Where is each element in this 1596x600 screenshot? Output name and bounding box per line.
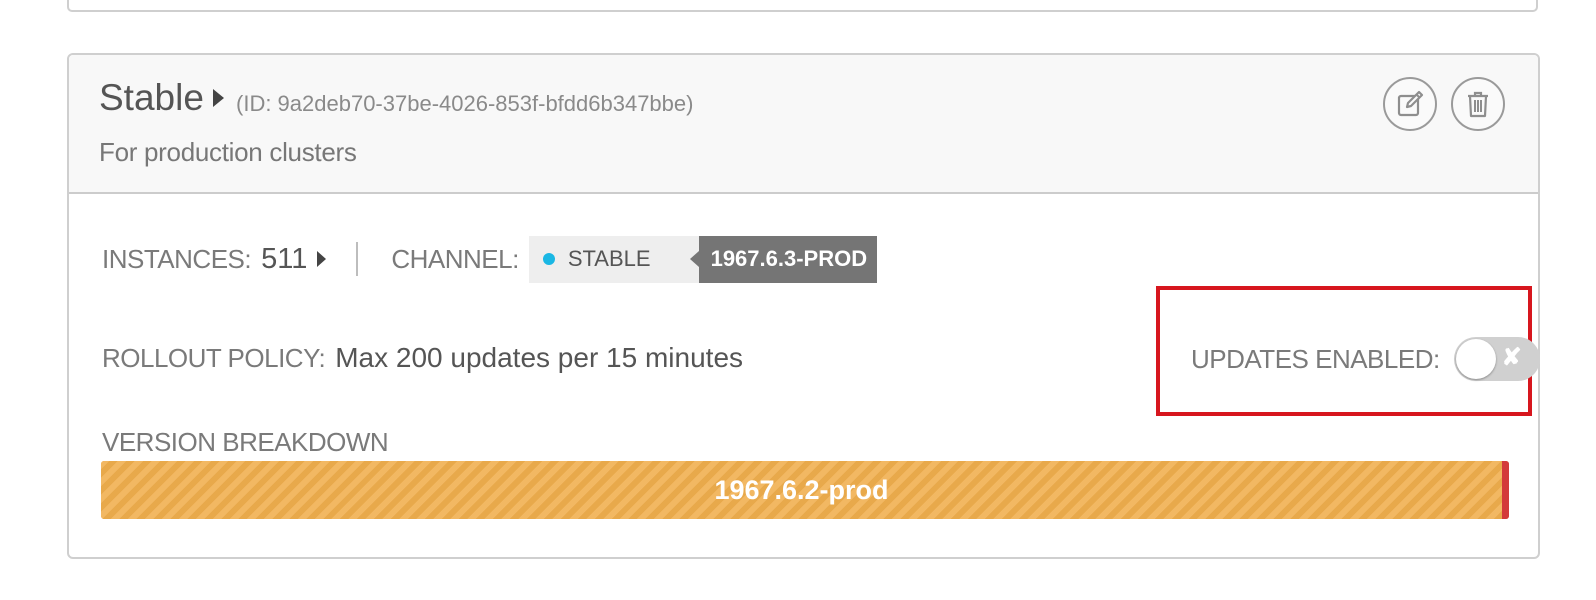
updates-enabled-label: UPDATES ENABLED: bbox=[1191, 343, 1440, 374]
instances-label: INSTANCES: bbox=[102, 243, 252, 274]
version-segment-label: 1967.6.2-prod bbox=[714, 474, 889, 505]
group-name: Stable bbox=[99, 77, 204, 118]
rollout-policy-row: ROLLOUT POLICY: Max 200 updates per 15 m… bbox=[102, 338, 743, 378]
delete-group-button[interactable] bbox=[1451, 77, 1505, 131]
channel-name-box: STABLE bbox=[528, 235, 699, 283]
edit-group-button[interactable] bbox=[1383, 77, 1437, 131]
updates-enabled-row: UPDATES ENABLED: ✘ bbox=[1191, 337, 1540, 381]
channel-name: STABLE bbox=[567, 246, 651, 271]
version-breakdown-bar: 1967.6.2-prod bbox=[101, 461, 1509, 519]
version-segment[interactable] bbox=[1501, 461, 1509, 519]
group-id: (ID: 9a2deb70-37be-4026-853f-bfdd6b347bb… bbox=[236, 91, 694, 116]
rollout-policy-value: Max 200 updates per 15 minutes bbox=[335, 342, 744, 373]
group-description: For production clusters bbox=[99, 137, 357, 167]
channel-badge: STABLE 1967.6.3-PROD bbox=[528, 235, 878, 283]
version-breakdown-label: VERSION BREAKDOWN bbox=[102, 427, 389, 457]
instances-channel-row: INSTANCES: 511 CHANNEL: STABLE 1967.6.3-… bbox=[102, 235, 878, 283]
caret-right-icon[interactable] bbox=[317, 251, 327, 267]
caret-right-icon bbox=[212, 89, 224, 107]
instances-count-link[interactable]: 511 bbox=[261, 243, 307, 276]
divider bbox=[356, 242, 359, 276]
previous-group-card bbox=[67, 0, 1538, 12]
updates-enabled-toggle[interactable]: ✘ bbox=[1453, 337, 1540, 381]
group-card-header: Stable (ID: 9a2deb70-37be-4026-853f-bfdd… bbox=[69, 55, 1538, 194]
edit-icon bbox=[1397, 90, 1424, 117]
toggle-knob bbox=[1455, 339, 1496, 379]
version-segment[interactable]: 1967.6.2-prod bbox=[101, 461, 1502, 519]
group-name-link[interactable]: Stable bbox=[99, 77, 224, 119]
channel-version-tag: 1967.6.3-PROD bbox=[689, 235, 878, 283]
rollout-policy-label: ROLLOUT POLICY: bbox=[102, 342, 326, 373]
trash-icon bbox=[1468, 91, 1488, 118]
channel-color-dot-icon bbox=[542, 253, 555, 265]
close-x-icon: ✘ bbox=[1501, 344, 1522, 371]
channel-label: CHANNEL: bbox=[391, 243, 519, 274]
